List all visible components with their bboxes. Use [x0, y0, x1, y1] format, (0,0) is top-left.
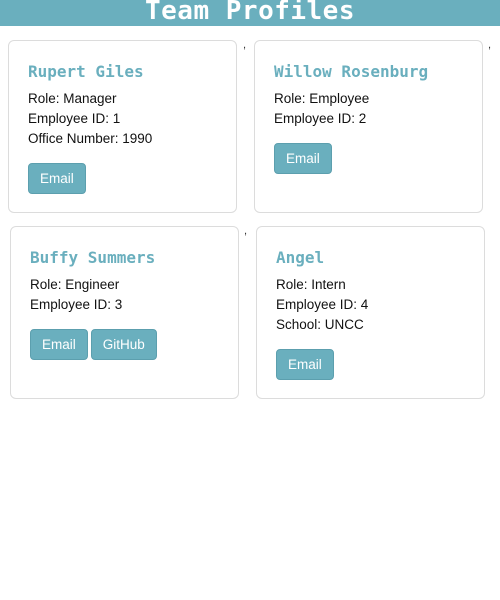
email-button[interactable]: Email — [28, 163, 86, 194]
employee-id: Employee ID: 3 — [30, 297, 123, 312]
card-actions: Email — [28, 163, 217, 194]
profile-card: Angel Role: Intern Employee ID: 4 School… — [256, 226, 485, 399]
employee-name: Willow Rosenburg — [274, 62, 429, 81]
employee-role: Role: Intern — [276, 277, 346, 292]
profile-card: Buffy Summers Role: Engineer Employee ID… — [10, 226, 239, 399]
separator-comma: , — [243, 39, 247, 51]
profile-card: Rupert Giles Role: Manager Employee ID: … — [8, 40, 237, 213]
profile-card: Willow Rosenburg Role: Employee Employee… — [254, 40, 483, 213]
page-header: Team Profiles — [0, 0, 500, 26]
employee-role: Role: Manager — [28, 91, 117, 106]
employee-id: Employee ID: 4 — [276, 297, 369, 312]
employee-name: Buffy Summers — [30, 248, 156, 267]
separator-comma: , — [488, 39, 492, 51]
separator-comma: , — [244, 225, 248, 237]
employee-name: Rupert Giles — [28, 62, 144, 81]
employee-name: Angel — [276, 248, 325, 267]
office-number: Office Number: 1990 — [28, 131, 153, 146]
school-name: School: UNCC — [276, 317, 364, 332]
page-title: Team Profiles — [145, 0, 355, 26]
employee-role: Role: Employee — [274, 91, 370, 106]
card-actions: Email — [276, 349, 465, 380]
email-button[interactable]: Email — [274, 143, 332, 174]
email-button[interactable]: Email — [276, 349, 334, 380]
card-actions: Email GitHub — [30, 329, 219, 360]
employee-id: Employee ID: 1 — [28, 111, 121, 126]
card-actions: Email — [274, 143, 463, 174]
employee-id: Employee ID: 2 — [274, 111, 367, 126]
github-button[interactable]: GitHub — [90, 329, 157, 360]
employee-role: Role: Engineer — [30, 277, 120, 292]
email-button[interactable]: Email — [30, 329, 88, 360]
